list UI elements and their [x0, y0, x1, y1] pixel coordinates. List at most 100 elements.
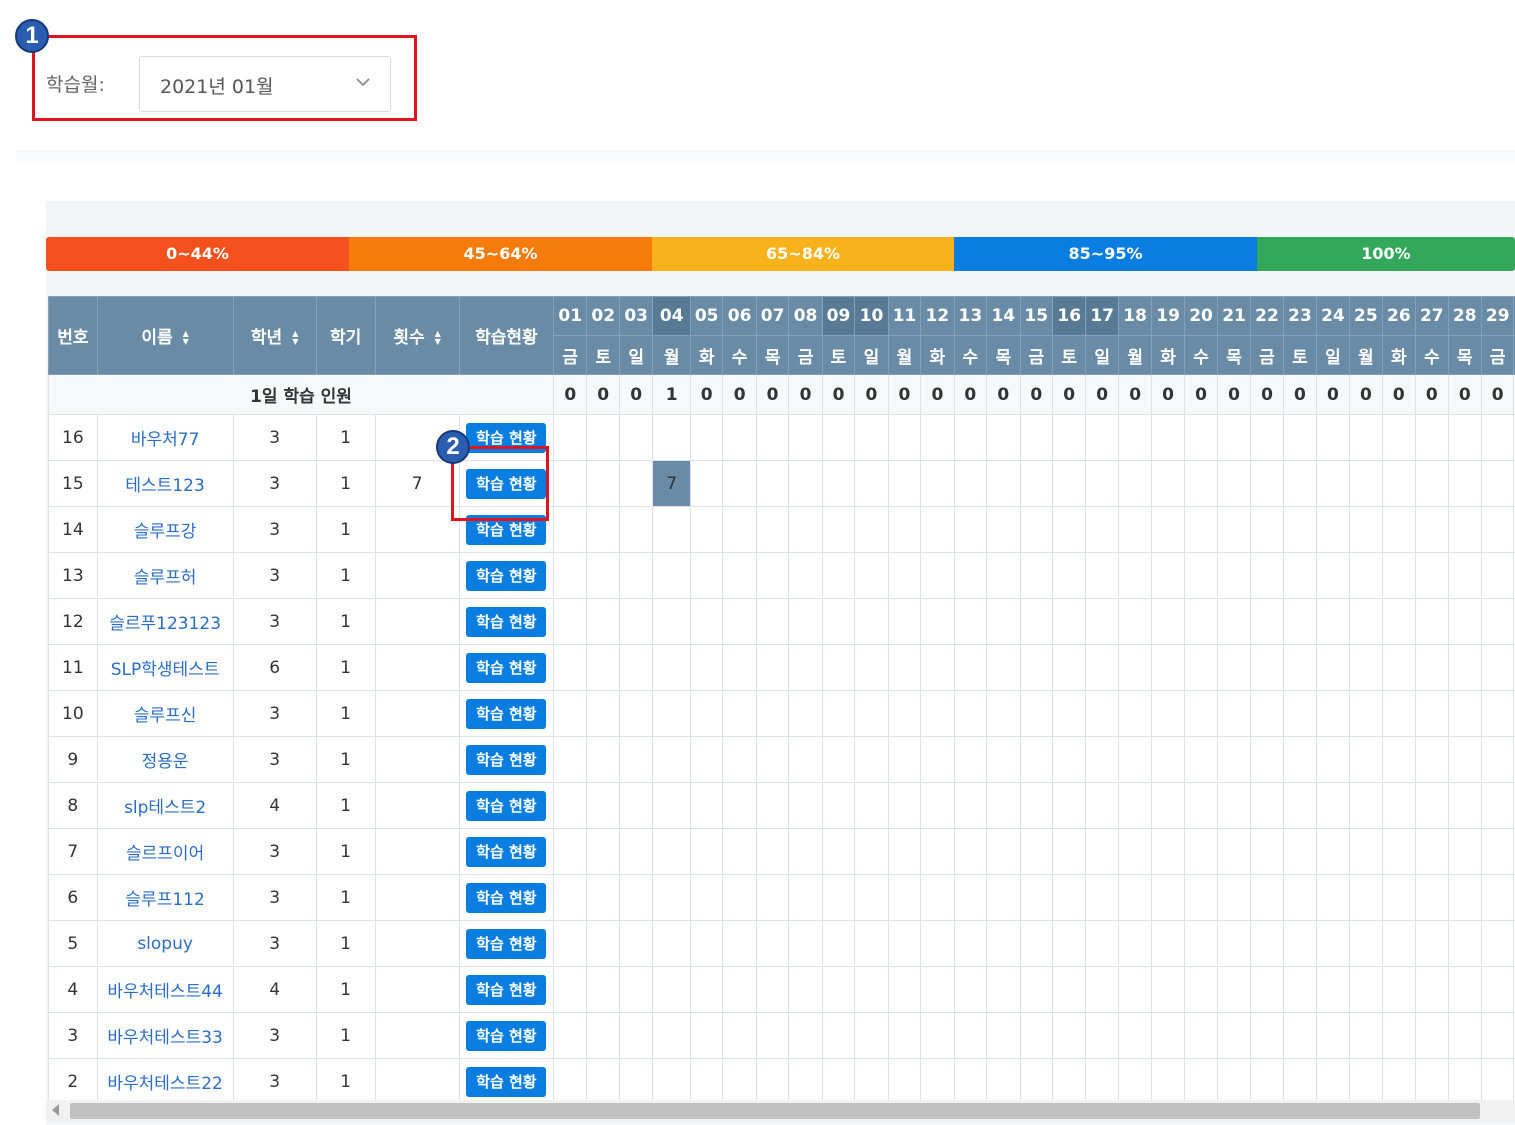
- student-name-link[interactable]: 슬루프112: [96, 874, 234, 921]
- cell-count: [374, 874, 460, 921]
- scroll-left-arrow-icon[interactable]: [52, 1104, 59, 1116]
- learning-status-button[interactable]: 학습 현황: [466, 790, 547, 821]
- student-name-link[interactable]: SLP학생테스트: [96, 644, 234, 691]
- day-cell: [722, 460, 757, 507]
- day-cell: [1051, 1012, 1087, 1059]
- learning-status-button[interactable]: 학습 현황: [466, 1020, 547, 1051]
- day-cell: [953, 966, 988, 1013]
- learning-status-button[interactable]: 학습 현황: [466, 560, 547, 591]
- day-cell: [821, 506, 856, 553]
- day-cell: [1415, 782, 1449, 829]
- day-cell: [920, 414, 955, 461]
- daily-summary-row: 1일 학습 인원000100000000000000000000000000: [48, 374, 1515, 415]
- day-cell: [1151, 644, 1185, 691]
- scrollbar-thumb[interactable]: [70, 1103, 1480, 1119]
- weekday-header: 토: [586, 335, 620, 375]
- col-header-count[interactable]: 횟수 ▲ ▼: [374, 296, 460, 375]
- col-header-name[interactable]: 이름 ▲ ▼: [96, 296, 234, 375]
- day-cell: [1447, 414, 1482, 461]
- student-name-link[interactable]: 테스트123: [96, 460, 234, 507]
- day-cell: [1117, 552, 1153, 599]
- day-cell: [1381, 920, 1417, 967]
- day-cell: [887, 828, 922, 875]
- student-name-link[interactable]: 슬루프허: [96, 552, 234, 599]
- student-name-link[interactable]: 슬르프이어: [96, 828, 234, 875]
- day-cell: [1217, 460, 1251, 507]
- cell-term: 1: [315, 644, 376, 691]
- sort-icon[interactable]: ▲ ▼: [435, 330, 441, 346]
- learning-status-button[interactable]: 학습 현황: [466, 606, 547, 637]
- day-cell: [652, 414, 691, 461]
- day-cell: [788, 874, 823, 921]
- day-cell: [1447, 966, 1482, 1013]
- sort-icon[interactable]: ▲ ▼: [183, 330, 189, 346]
- student-name-link[interactable]: 슬루프신: [96, 690, 234, 737]
- student-name-link[interactable]: 슬루프강: [96, 506, 234, 553]
- cell-no: 6: [48, 874, 98, 921]
- learning-status-button[interactable]: 학습 현황: [466, 836, 547, 867]
- day-cell: [953, 782, 988, 829]
- day-cell: [1151, 506, 1185, 553]
- student-name-link[interactable]: 정용운: [96, 736, 234, 783]
- weekday-header: 화: [1381, 335, 1417, 375]
- day-cell: [920, 460, 955, 507]
- sort-icon[interactable]: ▲ ▼: [292, 330, 298, 346]
- day-cell: [1315, 736, 1351, 783]
- weekday-header: 수: [953, 335, 988, 375]
- day-cell: [1019, 1012, 1053, 1059]
- table-row: 2 바우처테스트22 3 1 학습 현황: [48, 1058, 1515, 1100]
- student-name-link[interactable]: slopuy: [96, 920, 234, 967]
- day-cell: [920, 920, 955, 967]
- day-cell: [920, 874, 955, 921]
- table-row: 11 SLP학생테스트 6 1 학습 현황: [48, 644, 1515, 691]
- weekday-header: 목: [1217, 335, 1251, 375]
- learning-status-button[interactable]: 학습 현황: [466, 1066, 547, 1097]
- day-cell: [986, 1058, 1021, 1100]
- learning-status-button[interactable]: 학습 현황: [466, 652, 547, 683]
- horizontal-scrollbar[interactable]: [46, 1100, 1515, 1122]
- cell-count: [374, 966, 460, 1013]
- learning-status-button[interactable]: 학습 현황: [466, 698, 547, 729]
- day-cell: [1283, 782, 1317, 829]
- col-header-label: 횟수: [393, 328, 425, 348]
- attendance-table-wrap: 번호 이름 ▲ ▼ 학년 ▲ ▼ 학기 횟수 ▲ ▼ 학습현황 01 02 03 04 05 06 07 08 09 10…: [48, 296, 1515, 1100]
- cell-term: 1: [315, 874, 376, 921]
- table-row: 16 바우처77 3 1 학습 현황: [48, 414, 1515, 461]
- day-cell: [1349, 736, 1383, 783]
- col-header-grade[interactable]: 학년 ▲ ▼: [232, 296, 317, 375]
- weekday-header: 화: [920, 335, 955, 375]
- day-cell: [1415, 460, 1449, 507]
- student-name-link[interactable]: slp테스트2: [96, 782, 234, 829]
- day-cell: [1151, 920, 1185, 967]
- legend-item: 65~84%: [652, 237, 954, 271]
- learning-status-button[interactable]: 학습 현황: [466, 744, 547, 775]
- cell-no: 12: [48, 598, 98, 645]
- progress-legend: 0~44% 45~64% 65~84% 85~95% 100%: [46, 237, 1515, 271]
- cell-term: 1: [315, 1012, 376, 1059]
- cell-term: 1: [315, 552, 376, 599]
- day-cell: [1085, 920, 1119, 967]
- day-cell: [1480, 782, 1515, 829]
- month-select[interactable]: 2021년 01월: [139, 56, 391, 112]
- learning-status-button[interactable]: 학습 현황: [466, 928, 547, 959]
- day-cell: [920, 1012, 955, 1059]
- day-cell: [1315, 506, 1351, 553]
- cell-count: [374, 552, 460, 599]
- day-header: 15: [1019, 296, 1053, 336]
- student-name-link[interactable]: 바우처테스트44: [96, 966, 234, 1013]
- table-row: 4 바우처테스트44 4 1 학습 현황: [48, 966, 1515, 1013]
- student-name-link[interactable]: 슬르푸123123: [96, 598, 234, 645]
- day-cell: [1151, 552, 1185, 599]
- student-name-link[interactable]: 바우처테스트22: [96, 1058, 234, 1100]
- day-cell: [986, 1012, 1021, 1059]
- learning-status-button[interactable]: 학습 현황: [466, 974, 547, 1005]
- cell-count: [374, 644, 460, 691]
- day-cell: [689, 874, 724, 921]
- day-cell: [1447, 552, 1482, 599]
- day-cell: [1349, 966, 1383, 1013]
- learning-status-button[interactable]: 학습 현황: [466, 882, 547, 913]
- student-name-link[interactable]: 바우처77: [96, 414, 234, 461]
- student-name-link[interactable]: 바우처테스트33: [96, 1012, 234, 1059]
- day-cell: [1051, 598, 1087, 645]
- day-cell: [887, 1012, 922, 1059]
